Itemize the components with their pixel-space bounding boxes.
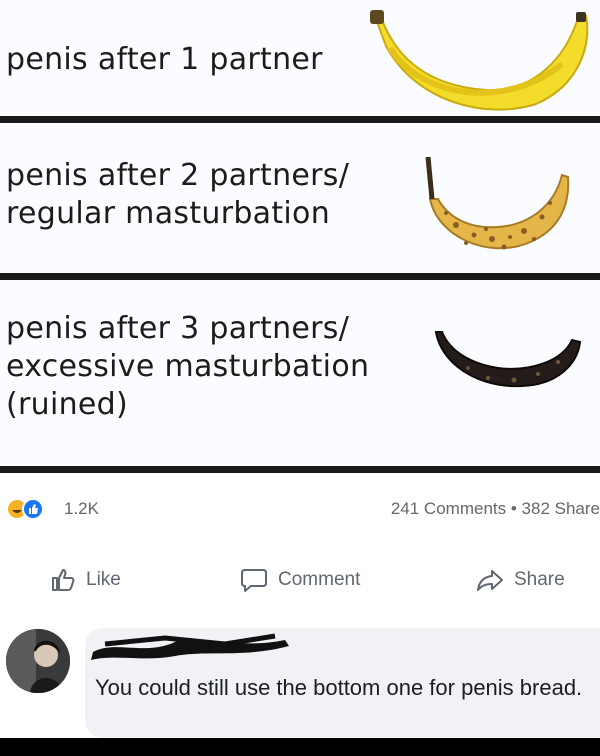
thumbs-up-icon <box>52 569 75 591</box>
like-button[interactable]: Like <box>50 563 121 597</box>
shares-count[interactable]: 382 Share <box>522 499 600 518</box>
share-arrow-icon <box>477 570 503 591</box>
like-label: Like <box>86 569 121 590</box>
meme-panel-1: penis after 1 partner <box>0 0 600 116</box>
spotted-banana-image <box>425 156 570 250</box>
post-action-bar: Like Comment Share <box>0 563 600 597</box>
speech-bubble-icon <box>241 569 267 592</box>
comment-bubble: You could still use the bottom one for p… <box>85 628 600 738</box>
comments-count[interactable]: 241 Comments <box>391 499 506 518</box>
share-label: Share <box>514 569 565 590</box>
panel-1-caption: penis after 1 partner <box>6 42 323 77</box>
reactions-summary[interactable] <box>7 498 47 520</box>
fresh-banana-image <box>370 10 589 111</box>
meme-panel-3: penis after 3 partners/ excessive mastur… <box>0 280 600 466</box>
panel-divider-3 <box>0 466 600 473</box>
share-button[interactable]: Share <box>476 563 565 597</box>
meme-panel-2: penis after 2 partners/ regular masturba… <box>0 123 600 273</box>
screen-bottom-bar <box>0 738 600 756</box>
meme-image: penis after 1 partner penis after 2 part… <box>0 0 600 476</box>
redacted-author-name <box>91 633 289 660</box>
panel-divider-2 <box>0 273 600 280</box>
comment-button[interactable]: Comment <box>240 563 360 597</box>
stat-separator: • <box>510 499 517 518</box>
panel-3-caption: penis after 3 partners/ excessive mastur… <box>6 311 370 422</box>
post-stats-bar: 1.2K 241 Comments • 382 Share <box>0 496 600 524</box>
rotten-banana-image <box>434 331 582 388</box>
panel-2-caption: penis after 2 partners/ regular masturba… <box>6 158 350 231</box>
reaction-count[interactable]: 1.2K <box>64 499 99 519</box>
comment-label: Comment <box>278 569 361 590</box>
comment-text: You could still use the bottom one for p… <box>95 675 583 700</box>
comment: You could still use the bottom one for p… <box>0 628 600 756</box>
panel-divider-1 <box>0 116 600 123</box>
post-footer: 1.2K 241 Comments • 382 Share Like Comme… <box>0 476 600 756</box>
commenter-avatar[interactable] <box>6 629 70 693</box>
